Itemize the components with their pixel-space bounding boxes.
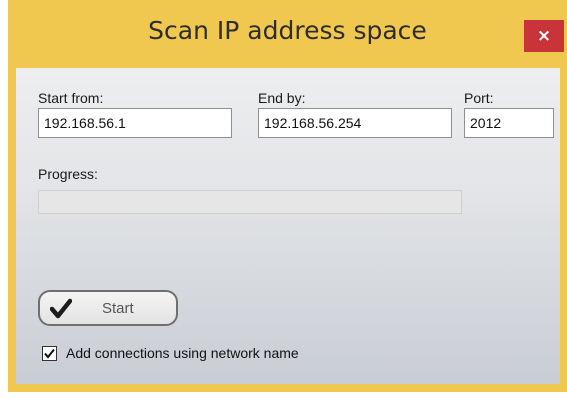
port-input[interactable] — [464, 108, 554, 138]
add-connections-checkbox[interactable] — [42, 345, 57, 361]
add-connections-option[interactable]: Add connections using network name — [42, 343, 299, 363]
scan-dialog-window: Scan IP address space × Start from: End … — [8, 0, 567, 392]
start-button[interactable]: Start — [38, 290, 178, 326]
start-from-label: Start from: — [38, 90, 104, 106]
dialog-content: Start from: End by: Port: Progress: Star… — [16, 68, 560, 384]
title-bar[interactable]: Scan IP address space × — [8, 0, 567, 62]
start-button-label: Start — [102, 300, 134, 317]
window-title: Scan IP address space — [148, 16, 427, 45]
checkmark-icon — [49, 298, 73, 320]
close-button[interactable]: × — [524, 20, 564, 52]
progress-bar — [38, 190, 462, 214]
end-by-label: End by: — [258, 90, 306, 106]
end-by-input[interactable] — [258, 108, 452, 138]
start-from-input[interactable] — [38, 108, 232, 138]
port-label: Port: — [464, 90, 494, 106]
add-connections-label: Add connections using network name — [66, 345, 299, 361]
progress-label: Progress: — [38, 166, 98, 182]
checkbox-checkmark-icon — [44, 348, 55, 359]
